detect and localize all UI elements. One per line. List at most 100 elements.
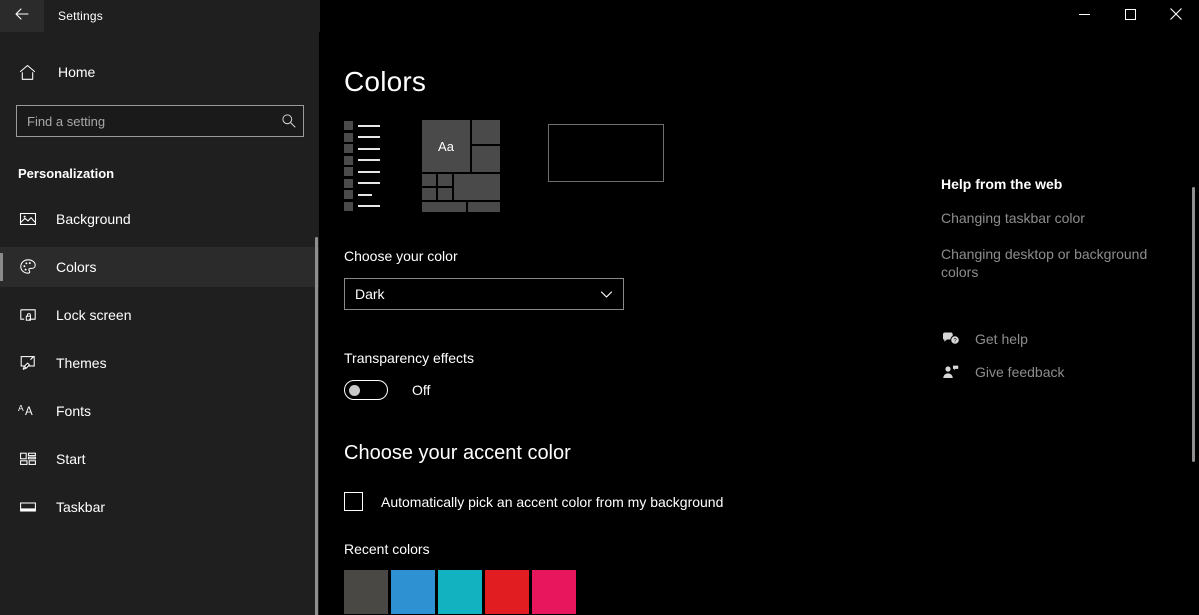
sidebar-section-header: Personalization (18, 166, 115, 181)
font-icon: A A (18, 401, 38, 421)
window-preview (548, 124, 664, 182)
help-actions: ? Get help Give feedback (941, 331, 1179, 380)
window-controls (1061, 0, 1199, 32)
sidebar-scrollbar-thumb[interactable] (315, 237, 318, 615)
sidebar-item-colors[interactable]: Colors (0, 247, 320, 287)
sidebar-item-fonts[interactable]: A A Fonts (0, 391, 320, 431)
search-input[interactable] (16, 105, 304, 137)
preview-square (344, 121, 353, 130)
auto-accent-checkbox-row[interactable]: Automatically pick an accent color from … (344, 492, 723, 511)
preview-row (344, 132, 394, 142)
close-icon (1170, 7, 1182, 25)
preview-row (344, 144, 394, 154)
content-main: Colors Aa Choose your color Dark Transpa… (320, 32, 941, 615)
sidebar-item-label: Start (56, 451, 86, 467)
maximize-button[interactable] (1107, 0, 1153, 32)
sidebar-item-label: Background (56, 211, 131, 227)
preview-square (344, 201, 353, 211)
sidebar-item-home[interactable]: Home (0, 52, 320, 92)
preview-tile (438, 174, 452, 186)
preview-row (344, 121, 394, 130)
choose-color-label: Choose your color (344, 248, 458, 264)
app-title: Settings (58, 9, 103, 23)
preview-tile (438, 188, 452, 200)
choose-color-block: Choose your color Dark (344, 248, 941, 310)
choose-color-dropdown[interactable]: Dark (344, 278, 624, 310)
taskbar-icon (18, 497, 38, 517)
give-feedback-action[interactable]: Give feedback (941, 364, 1179, 380)
help-action-label: Get help (975, 330, 1028, 347)
accent-heading: Choose your accent color (344, 442, 571, 464)
minimize-icon (1078, 7, 1090, 25)
theme-preview: Aa (344, 120, 941, 220)
content-area: Colors Aa Choose your color Dark Transpa… (320, 32, 1199, 615)
help-link[interactable]: Changing taskbar color (941, 210, 1156, 228)
transparency-state: Off (412, 382, 431, 398)
preview-square (344, 132, 353, 142)
preview-tile (468, 202, 500, 212)
close-button[interactable] (1153, 0, 1199, 32)
sidebar-item-label: Lock screen (56, 307, 132, 323)
start-tiles-icon (18, 449, 38, 469)
sidebar-item-lock-screen[interactable]: Lock screen (0, 295, 320, 335)
svg-text:A: A (18, 403, 24, 413)
sidebar-item-start[interactable]: Start (0, 439, 320, 479)
auto-accent-checkbox[interactable] (344, 492, 363, 511)
window-body: Home Personalization (0, 32, 1199, 615)
sidebar-item-themes[interactable]: Themes (0, 343, 320, 383)
preview-line (358, 193, 372, 196)
sidebar-nav-list: Background Colors Lock screen Themes A A… (0, 199, 320, 527)
page-title: Colors (344, 66, 427, 97)
sidebar-item-label: Themes (56, 355, 107, 371)
tiles-preview: Aa (422, 120, 500, 212)
maximize-icon (1124, 7, 1136, 25)
preview-square (344, 167, 353, 177)
feedback-person-icon (941, 364, 961, 380)
color-swatch[interactable] (344, 570, 388, 614)
back-button[interactable] (0, 0, 44, 32)
sidebar-item-label: Colors (56, 259, 97, 275)
auto-accent-label: Automatically pick an accent color from … (381, 493, 724, 510)
preview-square (344, 155, 353, 165)
recent-colors-label: Recent colors (344, 541, 430, 557)
preview-square (344, 178, 353, 188)
preview-tile-text: Aa (438, 138, 454, 154)
help-link[interactable]: Changing desktop or background colors (941, 246, 1156, 282)
color-swatch[interactable] (391, 570, 435, 614)
sidebar-home-label: Home (58, 64, 96, 80)
preview-line (358, 205, 380, 208)
color-swatch[interactable] (532, 570, 576, 614)
content-scrollbar-thumb[interactable] (1192, 187, 1195, 462)
preview-line (358, 170, 380, 173)
preview-row (344, 201, 394, 211)
color-swatch[interactable] (438, 570, 482, 614)
get-help-action[interactable]: ? Get help (941, 331, 1179, 347)
preview-square (344, 144, 353, 154)
color-swatch[interactable] (485, 570, 529, 614)
help-action-label: Give feedback (975, 363, 1065, 380)
preview-line (358, 124, 380, 127)
preview-tile-aa: Aa (422, 120, 470, 172)
transparency-block: Transparency effects Off (344, 350, 941, 400)
preview-tile (422, 188, 436, 200)
help-title: Help from the web (941, 176, 1063, 192)
transparency-label: Transparency effects (344, 350, 474, 366)
sidebar-item-taskbar[interactable]: Taskbar (0, 487, 320, 527)
chevron-down-icon (600, 288, 613, 306)
start-menu-preview (344, 120, 394, 212)
question-bubble-icon: ? (941, 331, 961, 347)
search-box (16, 105, 304, 137)
transparency-toggle[interactable] (344, 380, 388, 400)
minimize-button[interactable] (1061, 0, 1107, 32)
preview-row (344, 155, 394, 165)
preview-row (344, 167, 394, 177)
preview-tile (422, 202, 466, 212)
title-bar: Settings (0, 0, 1199, 32)
help-pane: Help from the web Changing taskbar color… (941, 32, 1199, 615)
preview-line (358, 136, 380, 139)
svg-text:A: A (25, 406, 33, 418)
sidebar-item-background[interactable]: Background (0, 199, 320, 239)
home-icon (16, 64, 38, 81)
sidebar-item-label: Taskbar (56, 499, 106, 515)
preview-tile (454, 174, 500, 200)
